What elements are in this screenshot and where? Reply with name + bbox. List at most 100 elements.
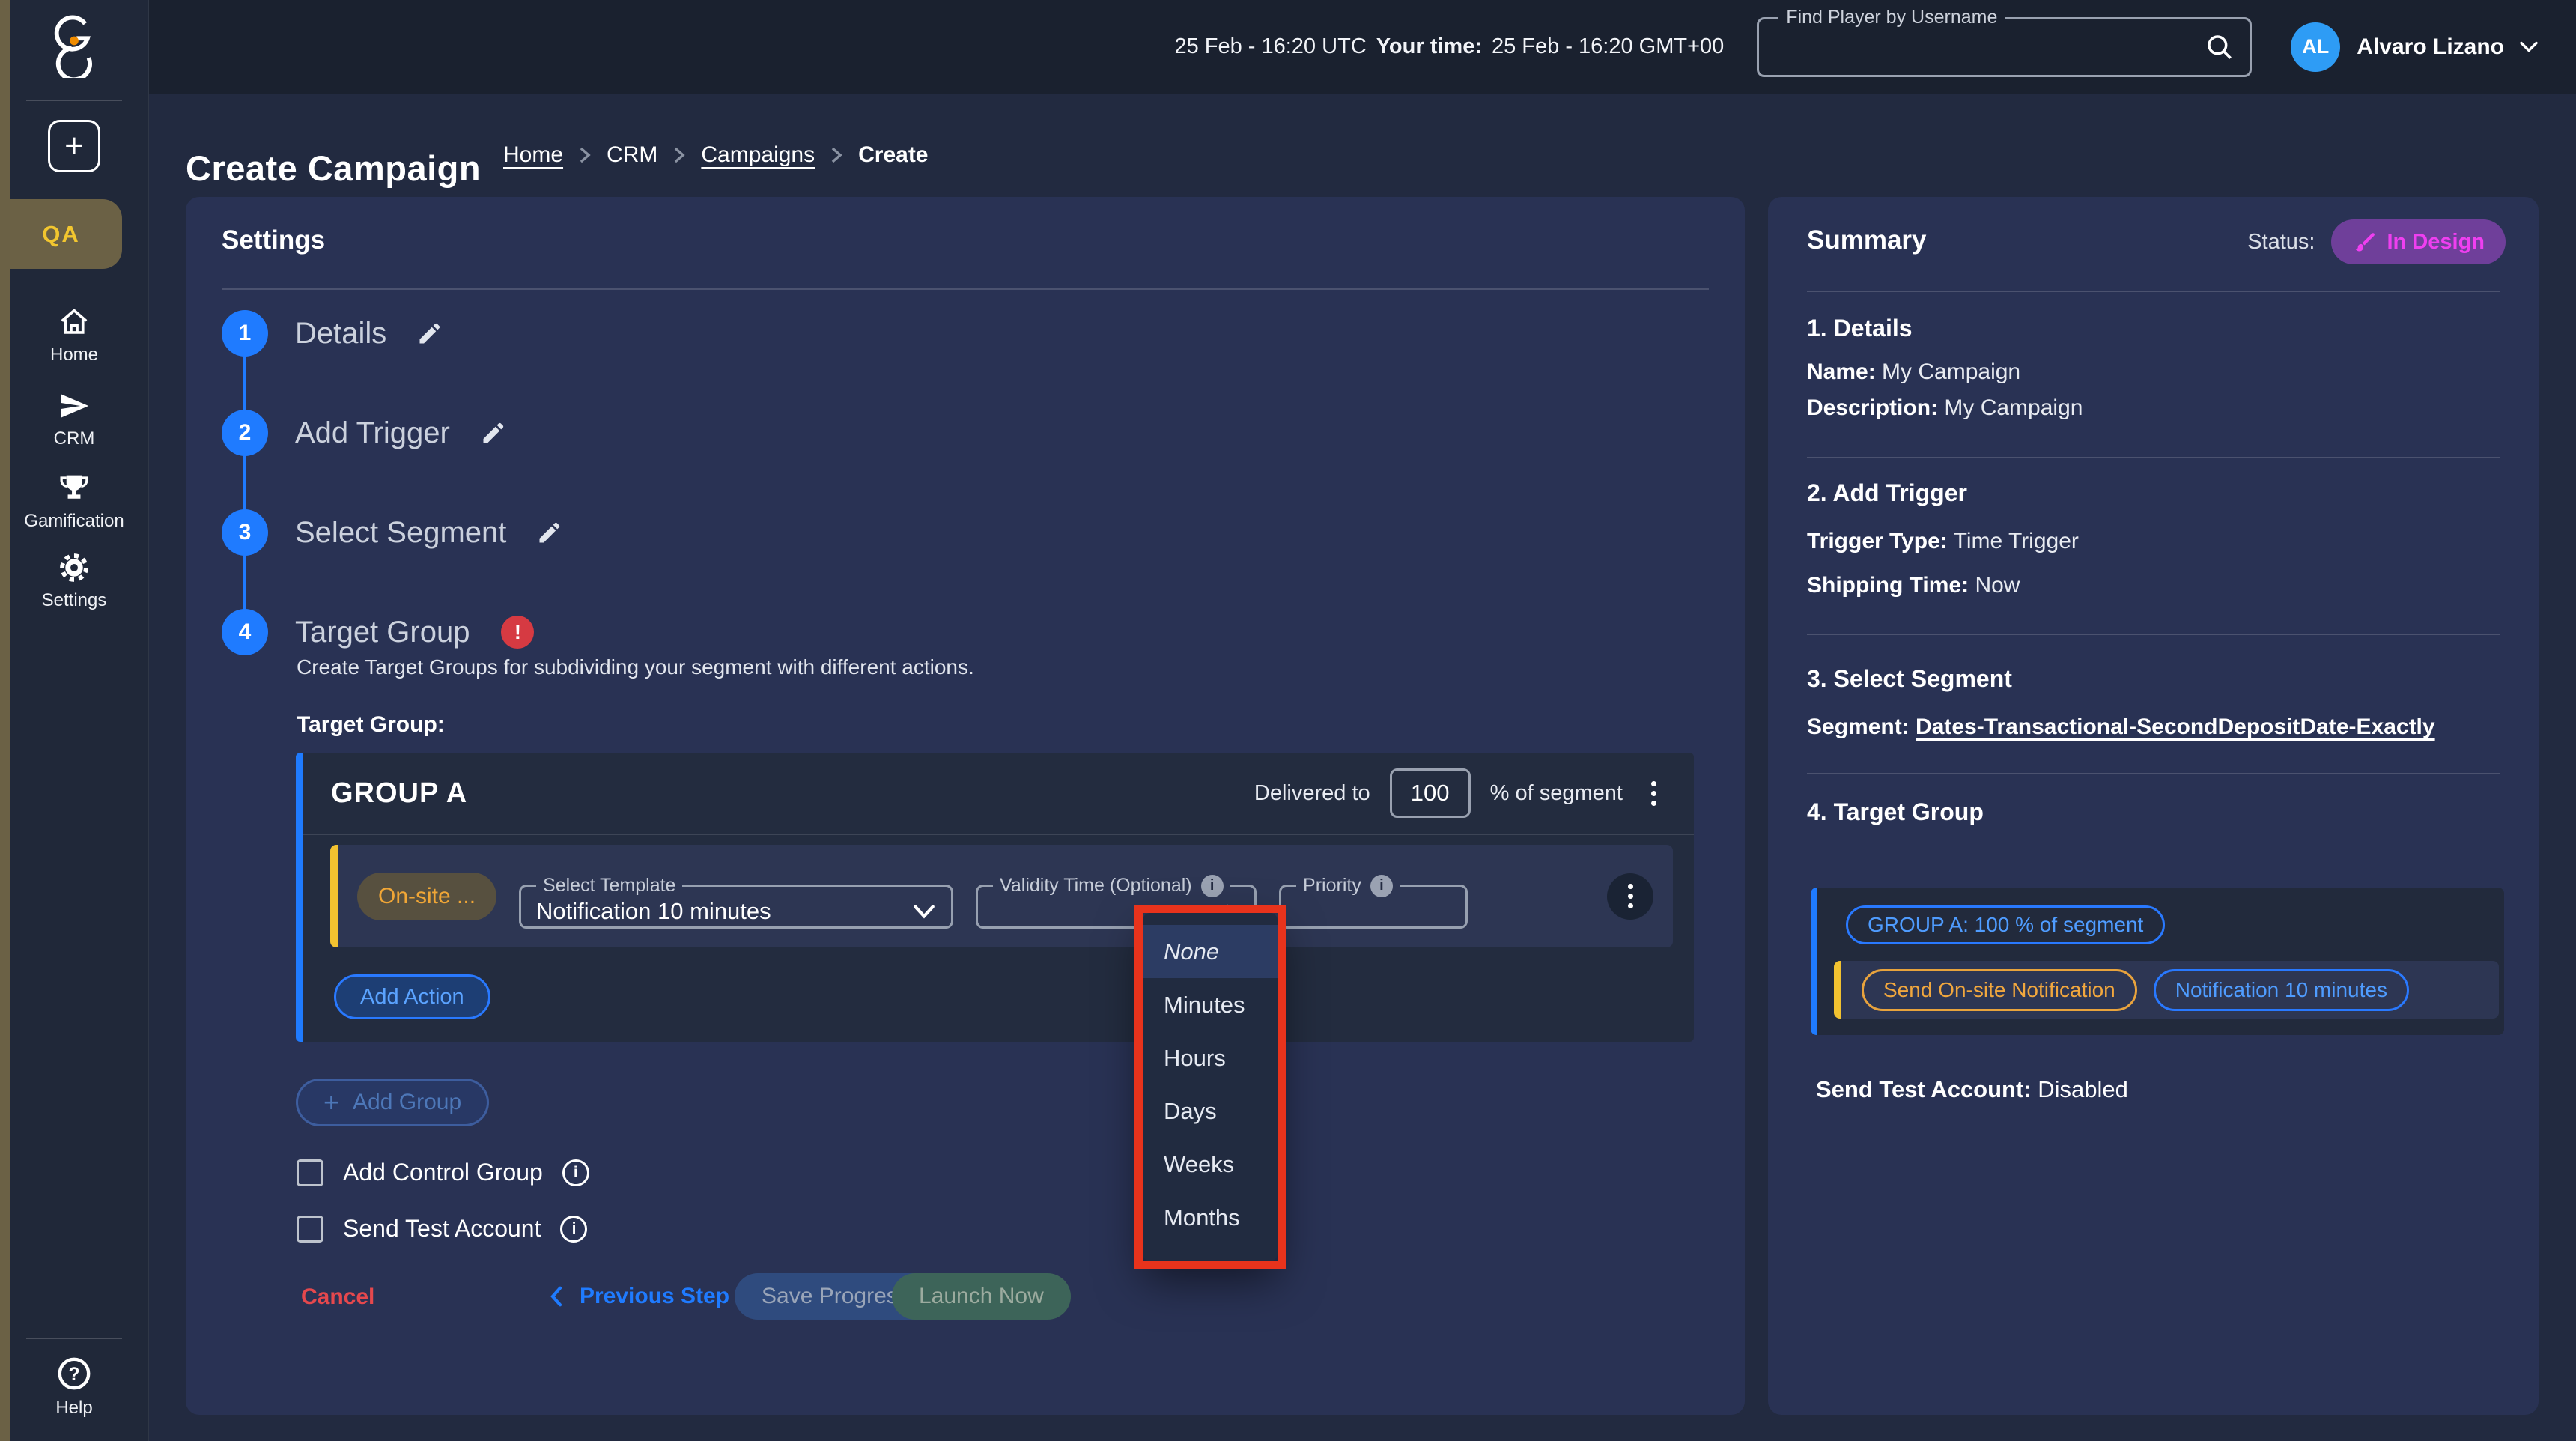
launch-now-button[interactable]: Launch Now (892, 1273, 1071, 1320)
summary-section-title: 4. Target Group (1807, 798, 1984, 826)
add-control-group-label: Add Control Group (343, 1159, 543, 1186)
topbar: 25 Feb - 16:20 UTC Your time: 25 Feb - 1… (148, 0, 2576, 94)
breadcrumb-separator-icon (830, 145, 843, 165)
summary-group-chip[interactable]: GROUP A: 100 % of segment (1846, 905, 2165, 944)
settings-heading: Settings (222, 225, 325, 255)
your-time-label: Your time: (1376, 34, 1482, 59)
action-kebab-menu-icon[interactable] (1607, 873, 1653, 920)
group-kebab-menu-icon[interactable] (1642, 777, 1665, 810)
player-search: Find Player by Username (1757, 17, 2252, 77)
chevron-left-icon (548, 1285, 565, 1308)
percent-of-segment-input[interactable] (1390, 768, 1471, 818)
delivered-to-label: Delivered to (1254, 781, 1370, 806)
add-action-button[interactable]: Add Action (334, 974, 490, 1019)
page-title: Create Campaign (186, 148, 481, 189)
create-button[interactable]: + (48, 120, 100, 172)
divider (1807, 773, 2500, 774)
previous-step-button[interactable]: Previous Step (544, 1273, 734, 1320)
menu-option-weeks[interactable]: Weeks (1143, 1138, 1278, 1191)
step-number: 4 (222, 609, 268, 655)
breadcrumb-home[interactable]: Home (503, 142, 563, 168)
percent-suffix: % of segment (1490, 781, 1623, 806)
chevron-down-icon (912, 903, 936, 920)
edit-pencil-icon[interactable] (536, 519, 563, 546)
divider (1807, 634, 2500, 635)
chevron-down-icon[interactable] (2518, 40, 2540, 55)
summary-line: Description: My Campaign (1807, 395, 2083, 421)
info-icon[interactable]: i (560, 1216, 587, 1243)
sidebar-item-help[interactable]: ? Help (0, 1356, 148, 1419)
send-icon (57, 389, 91, 422)
add-group-button[interactable]: + Add Group (296, 1079, 489, 1126)
breadcrumb-campaigns[interactable]: Campaigns (701, 142, 815, 168)
user-menu[interactable]: Alvaro Lizano (2357, 34, 2504, 60)
plus-icon: + (323, 1089, 339, 1116)
sidebar-divider (26, 100, 122, 101)
player-search-input[interactable] (1759, 19, 2250, 75)
menu-option-months[interactable]: Months (1143, 1191, 1278, 1244)
action-row: On-site ... Select Template Notification… (330, 845, 1673, 947)
trophy-icon (57, 472, 91, 505)
segment-link[interactable]: Dates-Transactional-SecondDepositDate-Ex… (1916, 715, 2435, 739)
summary-action-chip[interactable]: Send On-site Notification (1862, 969, 2137, 1011)
step-number: 3 (222, 509, 268, 556)
info-icon[interactable]: i (562, 1159, 589, 1186)
step-details: 1 Details (222, 310, 443, 357)
divider (1807, 457, 2500, 458)
channel-chip[interactable]: On-site ... (357, 873, 496, 920)
menu-option-days[interactable]: Days (1143, 1084, 1278, 1138)
group-a-card: GROUP A Delivered to % of segment On-sit… (296, 753, 1694, 1042)
search-icon[interactable] (2205, 32, 2235, 62)
app-logo[interactable] (0, 13, 148, 78)
workspace-badge-qa[interactable]: QA (0, 199, 122, 269)
select-template-label: Select Template (543, 875, 675, 897)
send-test-account-label: Send Test Account (343, 1215, 541, 1243)
sidebar-item-settings[interactable]: Settings (0, 551, 148, 611)
group-a-title: GROUP A (331, 777, 467, 810)
sidebar-item-gamification[interactable]: Gamification (0, 472, 148, 532)
sidebar-item-label: Gamification (0, 511, 148, 532)
step-target-group: 4 Target Group ! (222, 609, 534, 655)
step-add-trigger: 2 Add Trigger (222, 410, 507, 456)
home-icon (57, 306, 91, 339)
sidebar-item-label: Settings (0, 590, 148, 611)
sidebar: + QA Home CRM Gamification Settings (0, 0, 149, 1441)
info-icon[interactable]: i (1370, 875, 1393, 897)
sidebar-item-crm[interactable]: CRM (0, 389, 148, 449)
previous-step-label: Previous Step (580, 1284, 729, 1309)
step-number: 1 (222, 310, 268, 357)
summary-heading: Summary (1807, 225, 1927, 255)
menu-option-none[interactable]: None (1143, 925, 1278, 978)
select-template-value: Notification 10 minutes (536, 898, 771, 925)
gear-icon (58, 551, 91, 584)
sidebar-item-home[interactable]: Home (0, 306, 148, 365)
send-test-account-checkbox[interactable] (297, 1216, 323, 1243)
exclamation-glyph: ! (514, 620, 521, 644)
summary-group-card: GROUP A: 100 % of segment Send On-site N… (1811, 888, 2504, 1035)
summary-panel: Summary Status: In Design 1. Details Nam… (1768, 197, 2539, 1415)
breadcrumb-create: Create (858, 142, 928, 168)
sidebar-item-label: Home (0, 345, 148, 365)
summary-section-title: 3. Select Segment (1807, 665, 2012, 693)
avatar[interactable]: AL (2291, 22, 2340, 72)
workspace-edge-accent (0, 0, 10, 1441)
summary-template-chip[interactable]: Notification 10 minutes (2154, 969, 2409, 1011)
settings-panel: Settings 1 Details 2 Add Trigger 3 Selec… (186, 197, 1745, 1415)
menu-option-hours[interactable]: Hours (1143, 1031, 1278, 1084)
sidebar-divider (26, 1338, 122, 1339)
edit-pencil-icon[interactable] (416, 320, 443, 347)
step-connector (243, 333, 246, 632)
step-number: 2 (222, 410, 268, 456)
edit-pencil-icon[interactable] (480, 419, 507, 446)
breadcrumb: Home CRM Campaigns Create (503, 136, 929, 174)
menu-option-minutes[interactable]: Minutes (1143, 978, 1278, 1031)
validity-time-label: Validity Time (Optional) (1000, 875, 1192, 897)
info-icon[interactable]: i (1201, 875, 1224, 897)
priority-field[interactable]: Priority i (1279, 875, 1468, 929)
add-control-group-checkbox[interactable] (297, 1159, 323, 1186)
breadcrumb-crm[interactable]: CRM (607, 142, 657, 168)
summary-line: Segment: Dates-Transactional-SecondDepos… (1807, 715, 2435, 740)
breadcrumb-separator-icon (578, 145, 592, 165)
cancel-button[interactable]: Cancel (297, 1273, 379, 1320)
select-template-dropdown[interactable]: Select Template Notification 10 minutes (519, 875, 953, 929)
